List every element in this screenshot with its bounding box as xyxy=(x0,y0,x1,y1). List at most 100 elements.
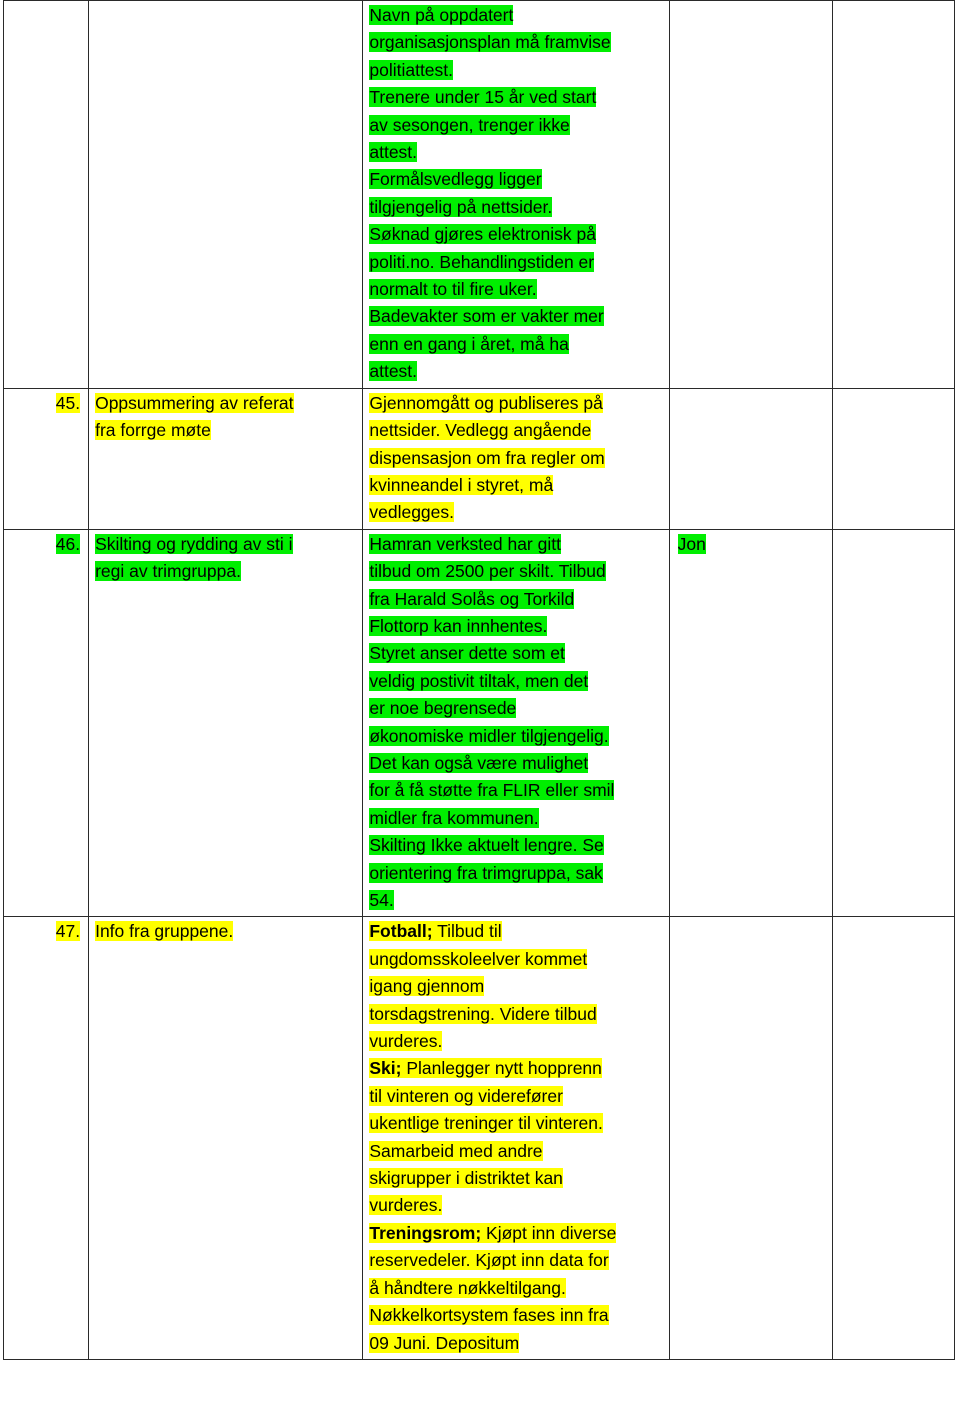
description-line: for å få støtte fra FLIR eller smil xyxy=(369,780,615,801)
row-number xyxy=(4,1,88,4)
group-label-fotball: Fotball; xyxy=(369,921,433,942)
description-line: kvinneandel i styret, må xyxy=(369,474,554,495)
row-description-cell: Navn på oppdatert organisasjonsplan må f… xyxy=(362,0,670,389)
description-line: Nøkkelkortsystem fases inn fra xyxy=(369,1305,609,1326)
line-rest: Kjøpt inn diverse xyxy=(481,1222,617,1243)
row-description: Hamran verksted har gitt tilbud om 2500 … xyxy=(363,530,668,917)
row-deadline-cell xyxy=(831,916,956,1360)
task-line: Skilting og rydding av sti i xyxy=(95,533,293,554)
description-line: Hamran verksted har gitt xyxy=(369,533,561,554)
task-line: regi av trimgruppa. xyxy=(95,561,241,582)
row-deadline-cell xyxy=(831,528,956,918)
row-deadline xyxy=(833,530,954,533)
row-task-cell: Skilting og rydding av sti i regi av tri… xyxy=(88,528,364,918)
description-line: dispensasjon om fra regler om xyxy=(369,447,605,468)
row-responsible xyxy=(670,389,832,392)
row-number-cell: 47. xyxy=(2,916,90,1360)
description-line: tilbud om 2500 per skilt. Tilbud xyxy=(369,561,606,582)
description-line: politi.no. Behandlingstiden er xyxy=(369,251,595,272)
meeting-minutes-table: Navn på oppdatert organisasjonsplan må f… xyxy=(2,0,956,1360)
row-description-cell: Fotball; Tilbud til ungdomsskoleelver ko… xyxy=(362,916,670,1360)
description-line: Formålsvedlegg ligger xyxy=(369,169,542,190)
description-line: vurderes. xyxy=(369,1031,443,1052)
description-line: veldig postivit tiltak, men det xyxy=(369,670,589,691)
description-line: Treningsrom; Kjøpt inn diverse xyxy=(369,1220,663,1247)
description-line: Navn på oppdatert xyxy=(369,5,514,25)
description-line: Gjennomgått og publiseres på xyxy=(369,392,603,413)
document-page: Navn på oppdatert organisasjonsplan må f… xyxy=(0,0,960,1417)
description-line: igang gjennom xyxy=(369,976,485,997)
row-description-cell: Gjennomgått og publiseres på nettsider. … xyxy=(362,387,670,530)
row-responsible-cell xyxy=(668,916,833,1360)
description-line: Skilting Ikke aktuelt lengre. Se xyxy=(369,835,604,856)
description-line: tilgjengelig på nettsider. xyxy=(369,196,553,217)
row-task-cell xyxy=(88,0,364,389)
description-line: reservedeler. Kjøpt inn data for xyxy=(369,1250,609,1271)
row-number: 47. xyxy=(55,921,81,942)
row-description: Fotball; Tilbud til ungdomsskoleelver ko… xyxy=(363,917,668,1359)
description-line: vedlegges. xyxy=(369,502,455,523)
table-row: 46. Skilting og rydding av sti i regi av… xyxy=(2,528,956,918)
row-number-cell: 45. xyxy=(2,387,90,530)
task-line: Info fra gruppene. xyxy=(95,921,234,942)
row-deadline xyxy=(833,389,954,392)
description-line: orientering fra trimgruppa, sak xyxy=(369,862,603,883)
row-deadline-cell xyxy=(831,387,956,530)
description-line: ukentlige treninger til vinteren. xyxy=(369,1113,603,1134)
description-line: Badevakter som er vakter mer xyxy=(369,306,604,327)
description-line: Trenere under 15 år ved start xyxy=(369,87,597,108)
task-line: fra forrge møte xyxy=(95,420,211,441)
row-responsible xyxy=(670,1,832,4)
row-task: Oppsummering av referat fra forrge møte xyxy=(89,389,362,447)
description-line: å håndtere nøkkeltilgang. xyxy=(369,1277,566,1298)
description-line: midler fra kommunen. xyxy=(369,807,539,828)
row-task: Info fra gruppene. xyxy=(89,917,362,947)
row-deadline xyxy=(833,917,954,920)
row-task xyxy=(89,1,362,4)
row-responsible-cell xyxy=(668,387,833,530)
row-deadline xyxy=(833,1,954,4)
description-line: Flottorp kan innhentes. xyxy=(369,615,548,636)
description-line: torsdagstrening. Videre tilbud xyxy=(369,1003,597,1024)
group-label-ski: Ski; xyxy=(369,1058,402,1079)
row-task-cell: Oppsummering av referat fra forrge møte xyxy=(88,387,364,530)
description-line: vurderes. xyxy=(369,1195,443,1216)
description-line: ungdomsskoleelver kommet xyxy=(369,948,588,969)
description-line: 54. xyxy=(369,890,394,910)
description-line: enn en gang i året, må ha xyxy=(369,333,569,354)
row-responsible-cell: Jon xyxy=(668,528,833,918)
table-row: 45. Oppsummering av referat fra forrge m… xyxy=(2,387,956,530)
description-line: økonomiske midler tilgjengelig. xyxy=(369,725,609,746)
description-line: til vinteren og viderefører xyxy=(369,1085,563,1106)
description-line: av sesongen, trenger ikke xyxy=(369,114,570,135)
description-line: normalt to til fire uker. xyxy=(369,279,537,300)
line-rest: Tilbud til xyxy=(432,921,502,942)
description-line: attest. xyxy=(369,361,418,382)
line-rest: Planlegger nytt hopprenn xyxy=(401,1058,602,1079)
row-number-cell: 46. xyxy=(2,528,90,918)
row-description-cell: Hamran verksted har gitt tilbud om 2500 … xyxy=(362,528,670,918)
row-responsible xyxy=(670,917,832,920)
row-responsible: Jon xyxy=(677,533,706,554)
description-line: Samarbeid med andre xyxy=(369,1140,543,1161)
description-line: skigrupper i distriktet kan xyxy=(369,1168,563,1189)
description-line: organisasjonsplan må framvise xyxy=(369,32,611,53)
description-line: attest. xyxy=(369,142,418,163)
description-line: nettsider. Vedlegg angående xyxy=(369,420,592,441)
description-line: 09 Juni. Depositum xyxy=(369,1332,520,1353)
group-label-treningsrom: Treningsrom; xyxy=(369,1222,482,1243)
row-number: 46. xyxy=(55,533,81,554)
row-description: Navn på oppdatert organisasjonsplan må f… xyxy=(363,1,668,388)
row-description: Gjennomgått og publiseres på nettsider. … xyxy=(363,389,668,529)
row-responsible-cell xyxy=(668,0,833,389)
task-line: Oppsummering av referat xyxy=(95,392,294,413)
description-line: politiattest. xyxy=(369,59,454,80)
row-number: 45. xyxy=(55,392,81,413)
row-number-cell xyxy=(2,0,90,389)
table-row: Navn på oppdatert organisasjonsplan må f… xyxy=(2,0,956,389)
row-task: Skilting og rydding av sti i regi av tri… xyxy=(89,530,362,588)
description-line: Ski; Planlegger nytt hopprenn xyxy=(369,1055,663,1082)
description-line: er noe begrensede xyxy=(369,698,517,719)
description-line: Styret anser dette som et xyxy=(369,643,565,664)
row-deadline-cell xyxy=(831,0,956,389)
